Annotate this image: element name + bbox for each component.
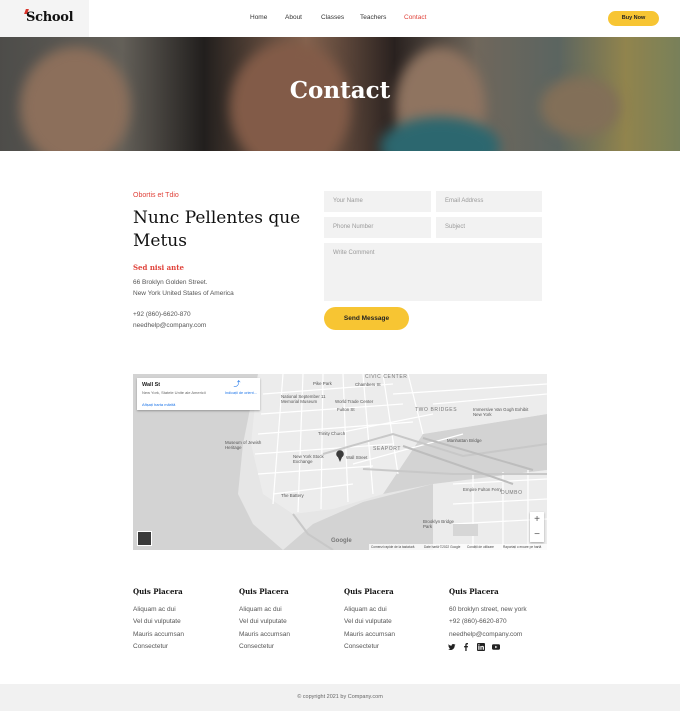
nav-about[interactable]: About [285,14,302,21]
footer-email[interactable]: needhelp@company.com [449,631,522,638]
larger-map-link[interactable]: Afișați harta mărită [142,402,175,407]
zoom-in-button[interactable]: + [530,512,544,527]
map-label-empire-park: Empire Fulton Ferry [463,487,502,492]
map-layers-button[interactable] [137,531,152,546]
facebook-icon[interactable] [462,643,470,651]
contact-phone[interactable]: +92 (860)-6620-870 [133,311,191,318]
map-place-subtitle: New York, Statele Unite ale Americii [142,390,206,395]
phone-field[interactable]: Phone Number [324,217,431,238]
comment-field[interactable]: Write Comment [324,243,542,301]
footer-link[interactable]: Mauris accumsan [239,631,290,638]
linkedin-icon[interactable] [477,643,485,651]
map-label-van-gogh: Immersive Van Gogh Exhibit New York [473,407,529,417]
map-shortcuts-link[interactable]: Comenzi rapide de la tastatură [371,544,414,550]
hero-banner: Contact [0,37,680,151]
map-attribution: Comenzi rapide de la tastatură Date hart… [369,544,547,550]
footer-link[interactable]: Consectetur [344,643,379,650]
nav-home[interactable]: Home [250,14,267,21]
email-field[interactable]: Email Address [436,191,542,212]
map-label-two-bridges: TWO BRIDGES [415,407,458,413]
map-terms-link[interactable]: Condiții de utilizare [467,544,494,550]
page-title: Contact [289,77,391,104]
footer-link[interactable]: Consectetur [239,643,274,650]
footer-phone[interactable]: +92 (860)-6620-870 [449,618,507,625]
twitter-icon[interactable] [448,643,456,651]
zoom-out-button[interactable]: − [530,527,544,542]
map-label-nyse: New York Stock Exchange [293,454,324,464]
footer-col-1-title: Quis Placera [133,587,183,596]
map-label-seaport: SEAPORT [373,446,402,452]
contact-heading: Nunc Pellentes que Metus [133,208,301,251]
map-data-credit: Date hartă ©2022 Google [424,545,461,549]
map-label-manhattan-bridge: Manhattan Bridge [447,438,482,443]
contact-subheading: Sed nisi ante [133,263,184,272]
contact-email[interactable]: needhelp@company.com [133,322,206,329]
map-label-park: Pike Park [313,381,332,386]
map-label-wtc: World Trade Center [335,399,374,404]
google-logo: Google [331,538,352,544]
map-place-card: Wall St New York, Statele Unite ale Amer… [137,378,260,410]
address-line-1: 66 Broklyn Golden Street. [133,279,208,286]
buy-now-button[interactable]: Buy Now [608,11,659,26]
map-label-battery: The Battery [281,493,304,498]
copyright-bar: © copyright 2021 by Company.com [0,684,680,711]
subject-field[interactable]: Subject [436,217,542,238]
map-label-fulton: Fulton St [337,407,355,412]
map-label-dumbo: DUMBO [501,490,523,496]
contact-eyebrow: Obortis et Tdio [133,192,179,199]
directions-icon[interactable]: ⤴ [233,381,241,389]
map-label-civic-center: CIVIC CENTER [365,374,408,380]
footer-col-4-title: Quis Placera [449,587,499,596]
footer-link[interactable]: Vel dui vulputate [344,618,392,625]
nav-contact[interactable]: Contact [404,14,426,21]
footer-link[interactable]: Aliquam ac dui [239,606,282,613]
location-map[interactable]: Wall St New York, Statele Unite ale Amer… [133,374,547,550]
map-label-brooklyn-bridge-park: Brooklyn Bridge Park [423,519,454,529]
map-report-link[interactable]: Raportați o eroare pe hartă [503,544,541,550]
main-nav: Home About Classes Teachers Contact [0,14,680,26]
footer-col-3-title: Quis Placera [344,587,394,596]
footer-link[interactable]: Mauris accumsan [133,631,184,638]
footer-link[interactable]: Vel dui vulputate [239,618,287,625]
footer-link[interactable]: Vel dui vulputate [133,618,181,625]
name-field[interactable]: Your Name [324,191,431,212]
footer-address: 60 broklyn street, new york [449,606,527,613]
map-zoom-controls: + − [530,512,544,542]
map-label-chambers: Chambers St [355,382,381,387]
youtube-icon[interactable] [492,643,500,651]
address-line-2: New York United States of America [133,290,234,297]
footer-link[interactable]: Mauris accumsan [344,631,395,638]
send-message-button[interactable]: Send Message [324,307,409,330]
map-label-trinity: Trinity Church [318,431,346,436]
map-label-wall-st: Wall Street [346,455,368,460]
directions-link[interactable]: Indicații de orient... [225,391,257,395]
map-label-museum: Museum of Jewish Heritage [225,440,262,450]
map-place-title: Wall St [142,382,161,388]
footer-link[interactable]: Consectetur [133,643,168,650]
site-header: School Home About Classes Teachers Conta… [0,0,680,37]
footer-link[interactable]: Aliquam ac dui [133,606,176,613]
map-label-memorial: National September 11 Memorial Museum [281,394,326,404]
nav-classes[interactable]: Classes [321,14,344,21]
footer-link[interactable]: Aliquam ac dui [344,606,387,613]
nav-teachers[interactable]: Teachers [360,14,386,21]
copyright-text: © copyright 2021 by Company.com [297,694,383,700]
footer-col-2-title: Quis Placera [239,587,289,596]
